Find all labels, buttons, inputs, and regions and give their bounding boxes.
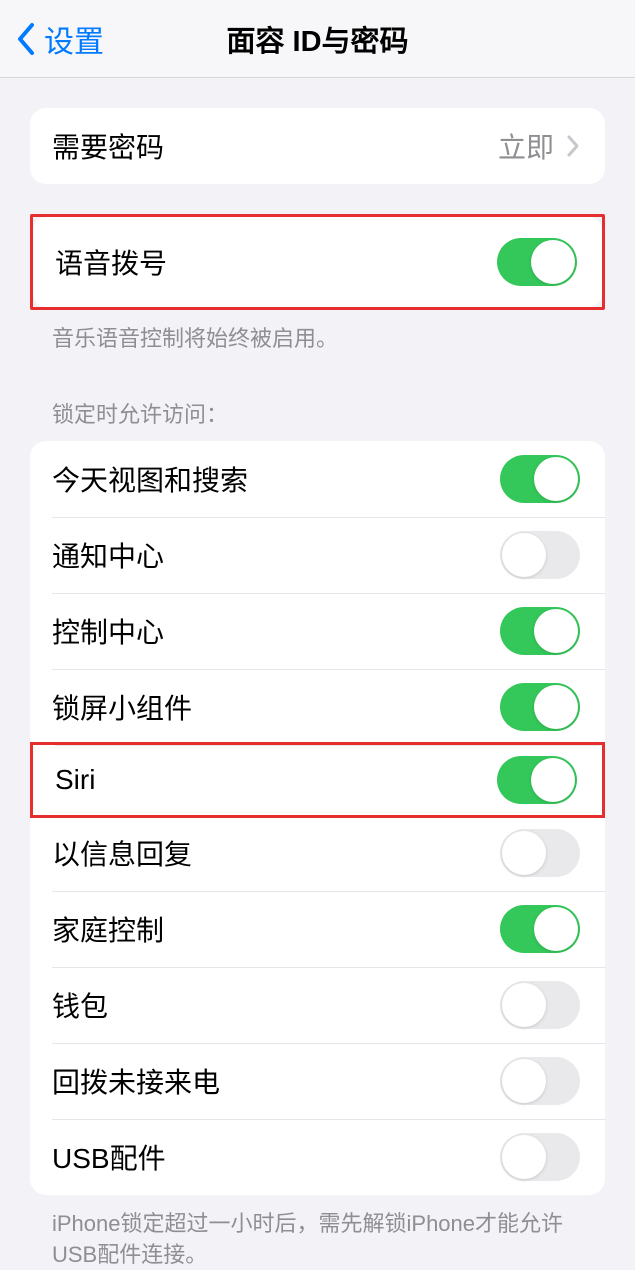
- toggle-reply[interactable]: [500, 829, 580, 877]
- toggle-home[interactable]: [500, 905, 580, 953]
- row-callback: 回拨未接来电: [30, 1043, 605, 1119]
- row-siri: Siri: [30, 742, 605, 818]
- toggle-today[interactable]: [500, 455, 580, 503]
- header: 设置 面容 ID与密码: [0, 0, 635, 78]
- toggle-wallet[interactable]: [500, 981, 580, 1029]
- row-label: 以信息回复: [52, 833, 500, 873]
- row-wallet: 钱包: [30, 967, 605, 1043]
- row-value: 立即: [498, 126, 554, 166]
- section-header-locked-access: 锁定时允许访问：: [30, 355, 605, 441]
- row-label: 语音拨号: [55, 242, 497, 282]
- row-reply: 以信息回复: [30, 815, 605, 891]
- group-locked-access: 今天视图和搜索 通知中心 控制中心 锁屏小组件 Siri 以信息回复 家庭控制: [30, 441, 605, 1195]
- content: 需要密码 立即 语音拨号 音乐语音控制将始终被启用。 锁定时允许访问： 今天视图…: [0, 108, 635, 1270]
- toggle-usb[interactable]: [500, 1133, 580, 1181]
- footer-voice-dial: 音乐语音控制将始终被启用。: [30, 310, 605, 355]
- highlight-voice-dial: 语音拨号: [30, 214, 605, 310]
- back-button[interactable]: 设置: [0, 17, 104, 61]
- group-require-passcode: 需要密码 立即: [30, 108, 605, 184]
- toggle-control[interactable]: [500, 607, 580, 655]
- toggle-notification[interactable]: [500, 531, 580, 579]
- row-label: 控制中心: [52, 611, 500, 651]
- row-label: 家庭控制: [52, 909, 500, 949]
- chevron-right-icon: [566, 134, 580, 158]
- row-widgets: 锁屏小组件: [30, 669, 605, 745]
- row-notification: 通知中心: [30, 517, 605, 593]
- row-label: 今天视图和搜索: [52, 459, 500, 499]
- row-voice-dial: 语音拨号: [33, 217, 602, 307]
- row-today: 今天视图和搜索: [30, 441, 605, 517]
- toggle-voice-dial[interactable]: [497, 238, 577, 286]
- row-home: 家庭控制: [30, 891, 605, 967]
- group-voice-dial: 语音拨号: [33, 217, 602, 307]
- row-label: 需要密码: [52, 126, 498, 166]
- row-label: Siri: [55, 764, 497, 796]
- row-label: 锁屏小组件: [52, 687, 500, 727]
- row-control: 控制中心: [30, 593, 605, 669]
- chevron-left-icon: [14, 21, 36, 57]
- footer-locked-access: iPhone锁定超过一小时后，需先解锁iPhone才能允许USB配件连接。: [30, 1195, 605, 1270]
- row-label: 回拨未接来电: [52, 1061, 500, 1101]
- row-require-passcode[interactable]: 需要密码 立即: [30, 108, 605, 184]
- row-label: USB配件: [52, 1137, 500, 1177]
- back-label: 设置: [44, 17, 104, 61]
- toggle-siri[interactable]: [497, 756, 577, 804]
- row-usb: USB配件: [30, 1119, 605, 1195]
- row-label: 通知中心: [52, 535, 500, 575]
- toggle-callback[interactable]: [500, 1057, 580, 1105]
- row-label: 钱包: [52, 985, 500, 1025]
- toggle-widgets[interactable]: [500, 683, 580, 731]
